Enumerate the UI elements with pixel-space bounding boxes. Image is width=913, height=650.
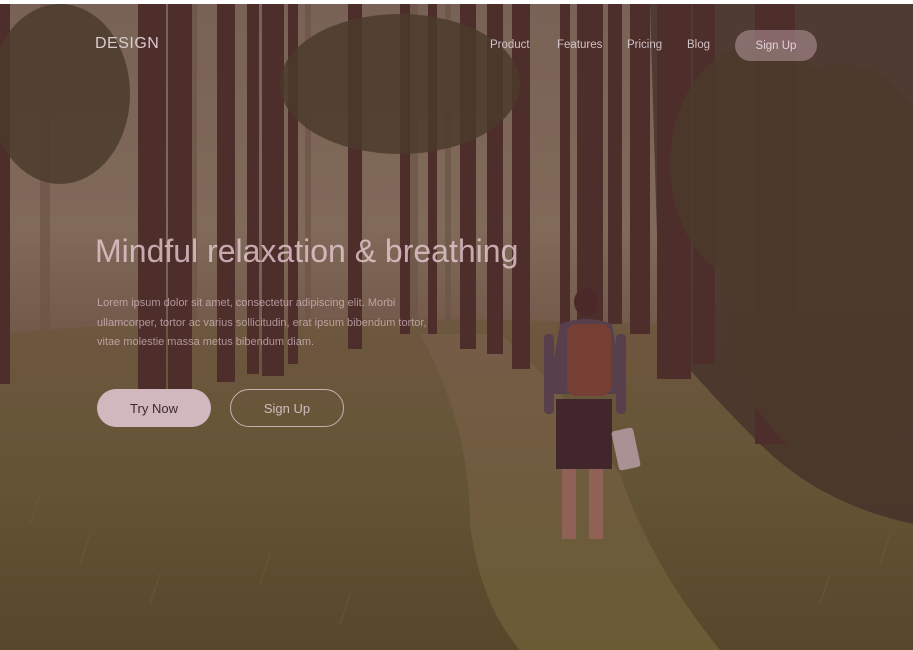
- try-now-button[interactable]: Try Now: [97, 389, 211, 427]
- hero-signup-button[interactable]: Sign Up: [230, 389, 344, 427]
- hero-section: DESIGN Product Features Pricing Blog Sig…: [0, 4, 913, 650]
- nav-signup-button[interactable]: Sign Up: [735, 30, 817, 61]
- top-navigation: DESIGN Product Features Pricing Blog Sig…: [0, 4, 913, 84]
- hero-headline: Mindful relaxation & breathing: [95, 233, 519, 269]
- hero-description: Lorem ipsum dolor sit amet, consectetur …: [97, 297, 427, 348]
- nav-link-pricing[interactable]: Pricing: [627, 39, 662, 51]
- nav-link-blog[interactable]: Blog: [687, 39, 710, 51]
- nav-link-product[interactable]: Product: [490, 39, 530, 51]
- nav-link-features[interactable]: Features: [557, 39, 602, 51]
- brand-logo[interactable]: DESIGN: [95, 35, 159, 53]
